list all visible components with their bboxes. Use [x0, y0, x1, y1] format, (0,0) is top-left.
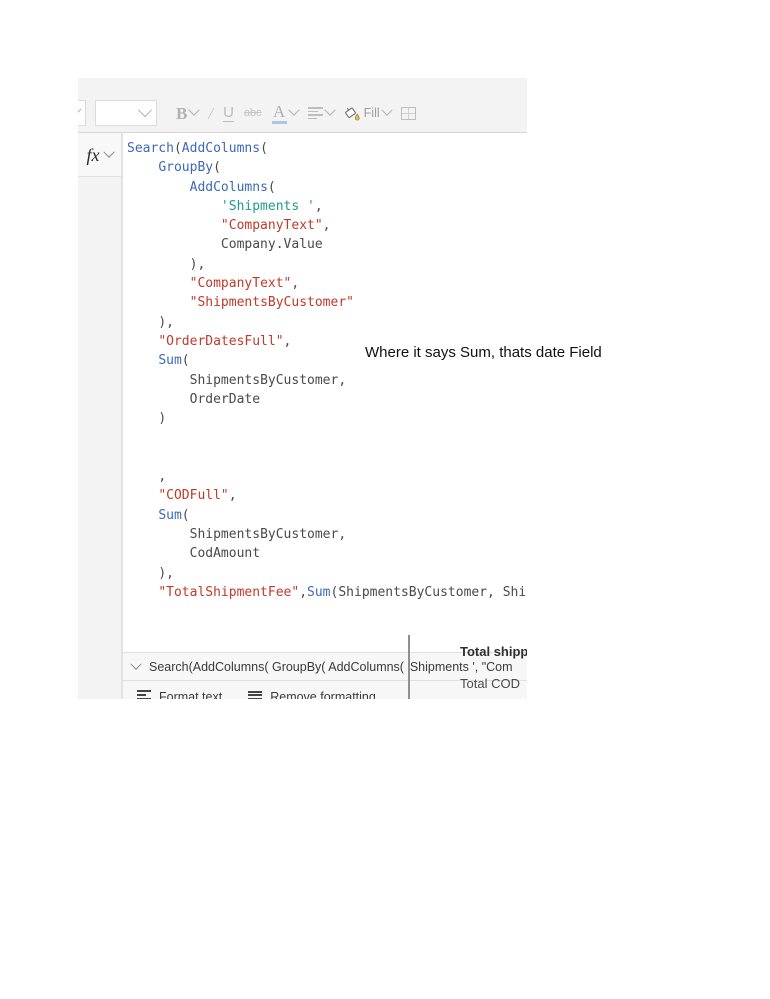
screenshot-root: B / U abc A Fill fx Search(AddColumns(G…	[0, 0, 770, 999]
borders-button[interactable]	[396, 98, 421, 128]
code-line: ShipmentsByCustomer,	[189, 372, 347, 388]
remove-formatting-label: Remove formatting	[270, 690, 376, 699]
strikethrough-icon: abc	[243, 106, 262, 119]
chevron-down-icon	[380, 104, 393, 116]
fx-button[interactable]: fx	[78, 133, 121, 177]
font-size-combo[interactable]	[95, 100, 157, 126]
italic-icon: /	[208, 103, 214, 123]
code-line: "CompanyText",	[189, 276, 300, 292]
format-toolbar: B / U abc A Fill	[78, 78, 527, 133]
code-line: ),	[158, 314, 174, 330]
format-text-button[interactable]: Format text	[137, 690, 222, 699]
underline-icon: U	[223, 103, 234, 122]
code-line: "CompanyText",	[220, 218, 331, 234]
bold-button[interactable]: B	[171, 98, 203, 128]
code-line: ),	[158, 565, 174, 581]
formula-code-text: Search(AddColumns( GroupBy( AddColumns( …	[127, 139, 526, 602]
fill-color-button[interactable]: Fill	[339, 98, 396, 128]
bold-icon: B	[176, 103, 188, 123]
code-line: ,	[158, 469, 167, 485]
code-line: OrderDate	[189, 391, 261, 407]
chevron-down-icon	[137, 103, 153, 118]
chevron-down-icon	[188, 104, 201, 116]
chevron-down-icon	[324, 104, 336, 116]
formula-gutter: fx	[78, 133, 122, 699]
code-line: GroupBy(	[158, 160, 221, 176]
underline-button[interactable]: U	[218, 98, 239, 128]
side-labels-region: Total shipp Total COD	[410, 635, 527, 699]
code-line: "CODFull",	[158, 488, 237, 504]
function-icon: fx	[86, 144, 100, 165]
collapse-toggle[interactable]	[123, 658, 149, 671]
code-line: Sum(	[158, 507, 190, 523]
align-left-icon	[307, 107, 323, 119]
chevron-down-icon	[78, 103, 82, 117]
code-line: CodAmount	[189, 546, 261, 562]
formula-editor-panel: B / U abc A Fill fx Search(AddColumns(G…	[78, 78, 527, 699]
code-line: 'Shipments ',	[220, 198, 323, 214]
font-color-button[interactable]: A	[267, 98, 303, 128]
paint-bucket-icon	[344, 107, 360, 120]
remove-formatting-icon	[248, 690, 263, 699]
strikethrough-button[interactable]: abc	[239, 98, 267, 128]
code-line: Company.Value	[220, 237, 323, 253]
font-color-icon: A	[271, 103, 287, 124]
remove-formatting-button[interactable]: Remove formatting	[248, 690, 376, 699]
code-line: )	[158, 411, 167, 427]
chevron-down-icon	[288, 104, 300, 116]
font-color-swatch	[271, 120, 287, 124]
font-family-combo[interactable]	[78, 100, 86, 126]
italic-button[interactable]: /	[203, 98, 218, 128]
code-line: "TotalShipmentFee",Sum(ShipmentsByCustom…	[158, 584, 527, 600]
total-cod-label: Total COD	[460, 676, 520, 691]
code-line: ),	[189, 256, 206, 272]
annotation-text: Where it says Sum, thats date Field	[365, 344, 602, 361]
borders-icon	[400, 106, 416, 120]
code-line: Search(AddColumns(	[127, 141, 268, 156]
code-line: AddColumns(	[189, 179, 276, 195]
format-text-label: Format text	[159, 690, 223, 699]
formula-code-editor[interactable]: Search(AddColumns( GroupBy( AddColumns( …	[122, 133, 527, 652]
align-button[interactable]	[303, 98, 339, 128]
chevron-down-icon	[102, 146, 115, 158]
format-text-icon	[137, 690, 151, 699]
chevron-down-icon	[130, 658, 142, 670]
code-line: "ShipmentsByCustomer"	[189, 295, 354, 311]
fill-label: Fill	[363, 106, 380, 120]
total-shipping-label: Total shipp	[460, 644, 527, 659]
code-line: ShipmentsByCustomer,	[189, 526, 347, 542]
